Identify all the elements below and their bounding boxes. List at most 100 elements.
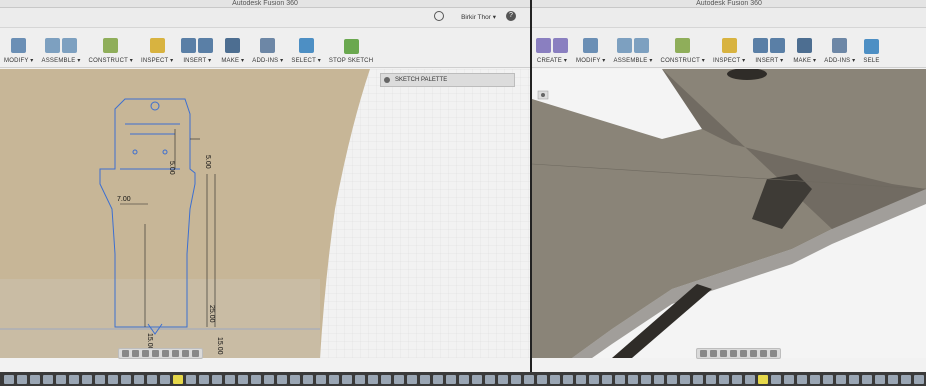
timeline-feature[interactable]	[810, 374, 820, 384]
sketch-viewport[interactable]: 5.00 5.00 7.00 25.00 15.00 15.00 SKETCH …	[0, 69, 530, 360]
navigation-bar[interactable]	[696, 348, 781, 359]
toolbar-group-7[interactable]: SELECT ▾	[291, 38, 321, 64]
timeline-feature[interactable]	[303, 374, 313, 384]
viewports-icon[interactable]	[192, 350, 199, 357]
timeline-feature[interactable]	[615, 374, 625, 384]
toolbar-group-6[interactable]: ADD-INS ▾	[252, 38, 283, 64]
design-timeline[interactable]	[0, 372, 926, 386]
make-icon[interactable]	[225, 38, 241, 53]
timeline-feature[interactable]	[17, 374, 27, 384]
dimension-label-3[interactable]: 7.00	[117, 196, 131, 203]
timeline-feature[interactable]	[862, 374, 872, 384]
timeline-feature[interactable]	[628, 374, 638, 384]
timeline-feature[interactable]	[420, 374, 430, 384]
toolbar-group-1[interactable]: MODIFY ▾	[576, 38, 606, 64]
timeline-feature[interactable]	[797, 374, 807, 384]
fit-icon[interactable]	[162, 350, 169, 357]
inspect-icon[interactable]	[149, 38, 165, 53]
timeline-feature[interactable]	[602, 374, 612, 384]
timeline-feature[interactable]	[30, 374, 40, 384]
grid-settings-icon[interactable]	[760, 350, 767, 357]
timeline-feature[interactable]	[381, 374, 391, 384]
orbit-icon[interactable]	[122, 350, 129, 357]
timeline-feature[interactable]	[407, 374, 417, 384]
dimension-label-5[interactable]: 15.00	[216, 337, 223, 355]
timeline-feature[interactable]	[56, 374, 66, 384]
timeline-feature[interactable]	[680, 374, 690, 384]
timeline-feature[interactable]	[69, 374, 79, 384]
timeline-feature[interactable]	[524, 374, 534, 384]
inspect-icon[interactable]	[721, 38, 737, 53]
timeline-feature[interactable]	[472, 374, 482, 384]
timeline-feature[interactable]	[121, 374, 131, 384]
toolbar-group-2[interactable]: CONSTRUCT ▾	[89, 38, 133, 64]
timeline-feature[interactable]	[550, 374, 560, 384]
timeline-feature[interactable]	[134, 374, 144, 384]
timeline-feature[interactable]	[238, 374, 248, 384]
timeline-feature[interactable]	[160, 374, 170, 384]
timeline-feature[interactable]	[316, 374, 326, 384]
timeline-feature[interactable]	[563, 374, 573, 384]
timeline-feature[interactable]	[719, 374, 729, 384]
stop-sketch-icon[interactable]	[343, 39, 359, 54]
display-settings-icon[interactable]	[172, 350, 179, 357]
timeline-feature[interactable]	[290, 374, 300, 384]
timeline-feature[interactable]	[277, 374, 287, 384]
timeline-feature[interactable]	[355, 374, 365, 384]
dimension-label-2[interactable]: 5.00	[204, 155, 211, 169]
modify-icon[interactable]	[583, 38, 599, 53]
timeline-feature[interactable]	[836, 374, 846, 384]
timeline-feature[interactable]	[732, 374, 742, 384]
timeline-feature[interactable]	[849, 374, 859, 384]
timeline-feature[interactable]	[485, 374, 495, 384]
viewports-icon[interactable]	[770, 350, 777, 357]
timeline-feature[interactable]	[784, 374, 794, 384]
sketch-canvas[interactable]: 5.00 5.00 7.00 25.00 15.00 15.00	[0, 69, 530, 358]
construct-icon[interactable]	[675, 38, 691, 53]
pan-icon[interactable]	[142, 350, 149, 357]
dimension-label-4[interactable]: 25.00	[208, 305, 215, 323]
timeline-feature[interactable]	[641, 374, 651, 384]
display-settings-icon[interactable]	[750, 350, 757, 357]
timeline-feature[interactable]	[342, 374, 352, 384]
timeline-feature[interactable]	[95, 374, 105, 384]
grid-settings-icon[interactable]	[182, 350, 189, 357]
timeline-feature[interactable]	[394, 374, 404, 384]
timeline-feature[interactable]	[745, 374, 755, 384]
orbit-icon[interactable]	[700, 350, 707, 357]
joint-icon[interactable]	[62, 38, 78, 53]
construct-icon[interactable]	[103, 38, 119, 53]
zoom-icon[interactable]	[152, 350, 159, 357]
fit-icon[interactable]	[740, 350, 747, 357]
insert-svg-icon[interactable]	[770, 38, 786, 53]
timeline-feature[interactable]	[446, 374, 456, 384]
toolbar-group-4[interactable]: INSPECT ▾	[713, 38, 745, 64]
help-icon[interactable]: ?	[506, 11, 516, 21]
timeline-feature[interactable]	[576, 374, 586, 384]
model-viewport[interactable]	[532, 68, 926, 360]
dimension-label-1[interactable]: 5.00	[168, 161, 175, 175]
timeline-feature[interactable]	[771, 374, 781, 384]
toolbar-group-1[interactable]: ASSEMBLE ▾	[42, 38, 81, 64]
look-at-icon[interactable]	[710, 350, 717, 357]
timeline-feature[interactable]	[823, 374, 833, 384]
timeline-feature[interactable]	[875, 374, 885, 384]
timeline-feature[interactable]	[511, 374, 521, 384]
toolbar-group-8[interactable]: SELE	[863, 39, 879, 64]
toolbar-group-7[interactable]: ADD-INS ▾	[824, 38, 855, 64]
timeline-feature[interactable]	[173, 374, 183, 384]
timeline-feature[interactable]	[914, 374, 924, 384]
insert-image-icon[interactable]	[181, 38, 197, 53]
timeline-feature[interactable]	[498, 374, 508, 384]
add-ins-icon[interactable]	[832, 38, 848, 53]
timeline-feature[interactable]	[212, 374, 222, 384]
timeline-feature[interactable]	[4, 374, 14, 384]
toolbar-group-0[interactable]: CREATE ▾	[536, 38, 568, 64]
sketch-palette-header[interactable]: SKETCH PALETTE	[380, 73, 515, 87]
modify-icon[interactable]	[11, 38, 27, 53]
timeline-feature[interactable]	[186, 374, 196, 384]
timeline-feature[interactable]	[589, 374, 599, 384]
navigation-bar[interactable]	[118, 348, 203, 359]
assemble-icon[interactable]	[45, 38, 61, 53]
zoom-icon[interactable]	[730, 350, 737, 357]
